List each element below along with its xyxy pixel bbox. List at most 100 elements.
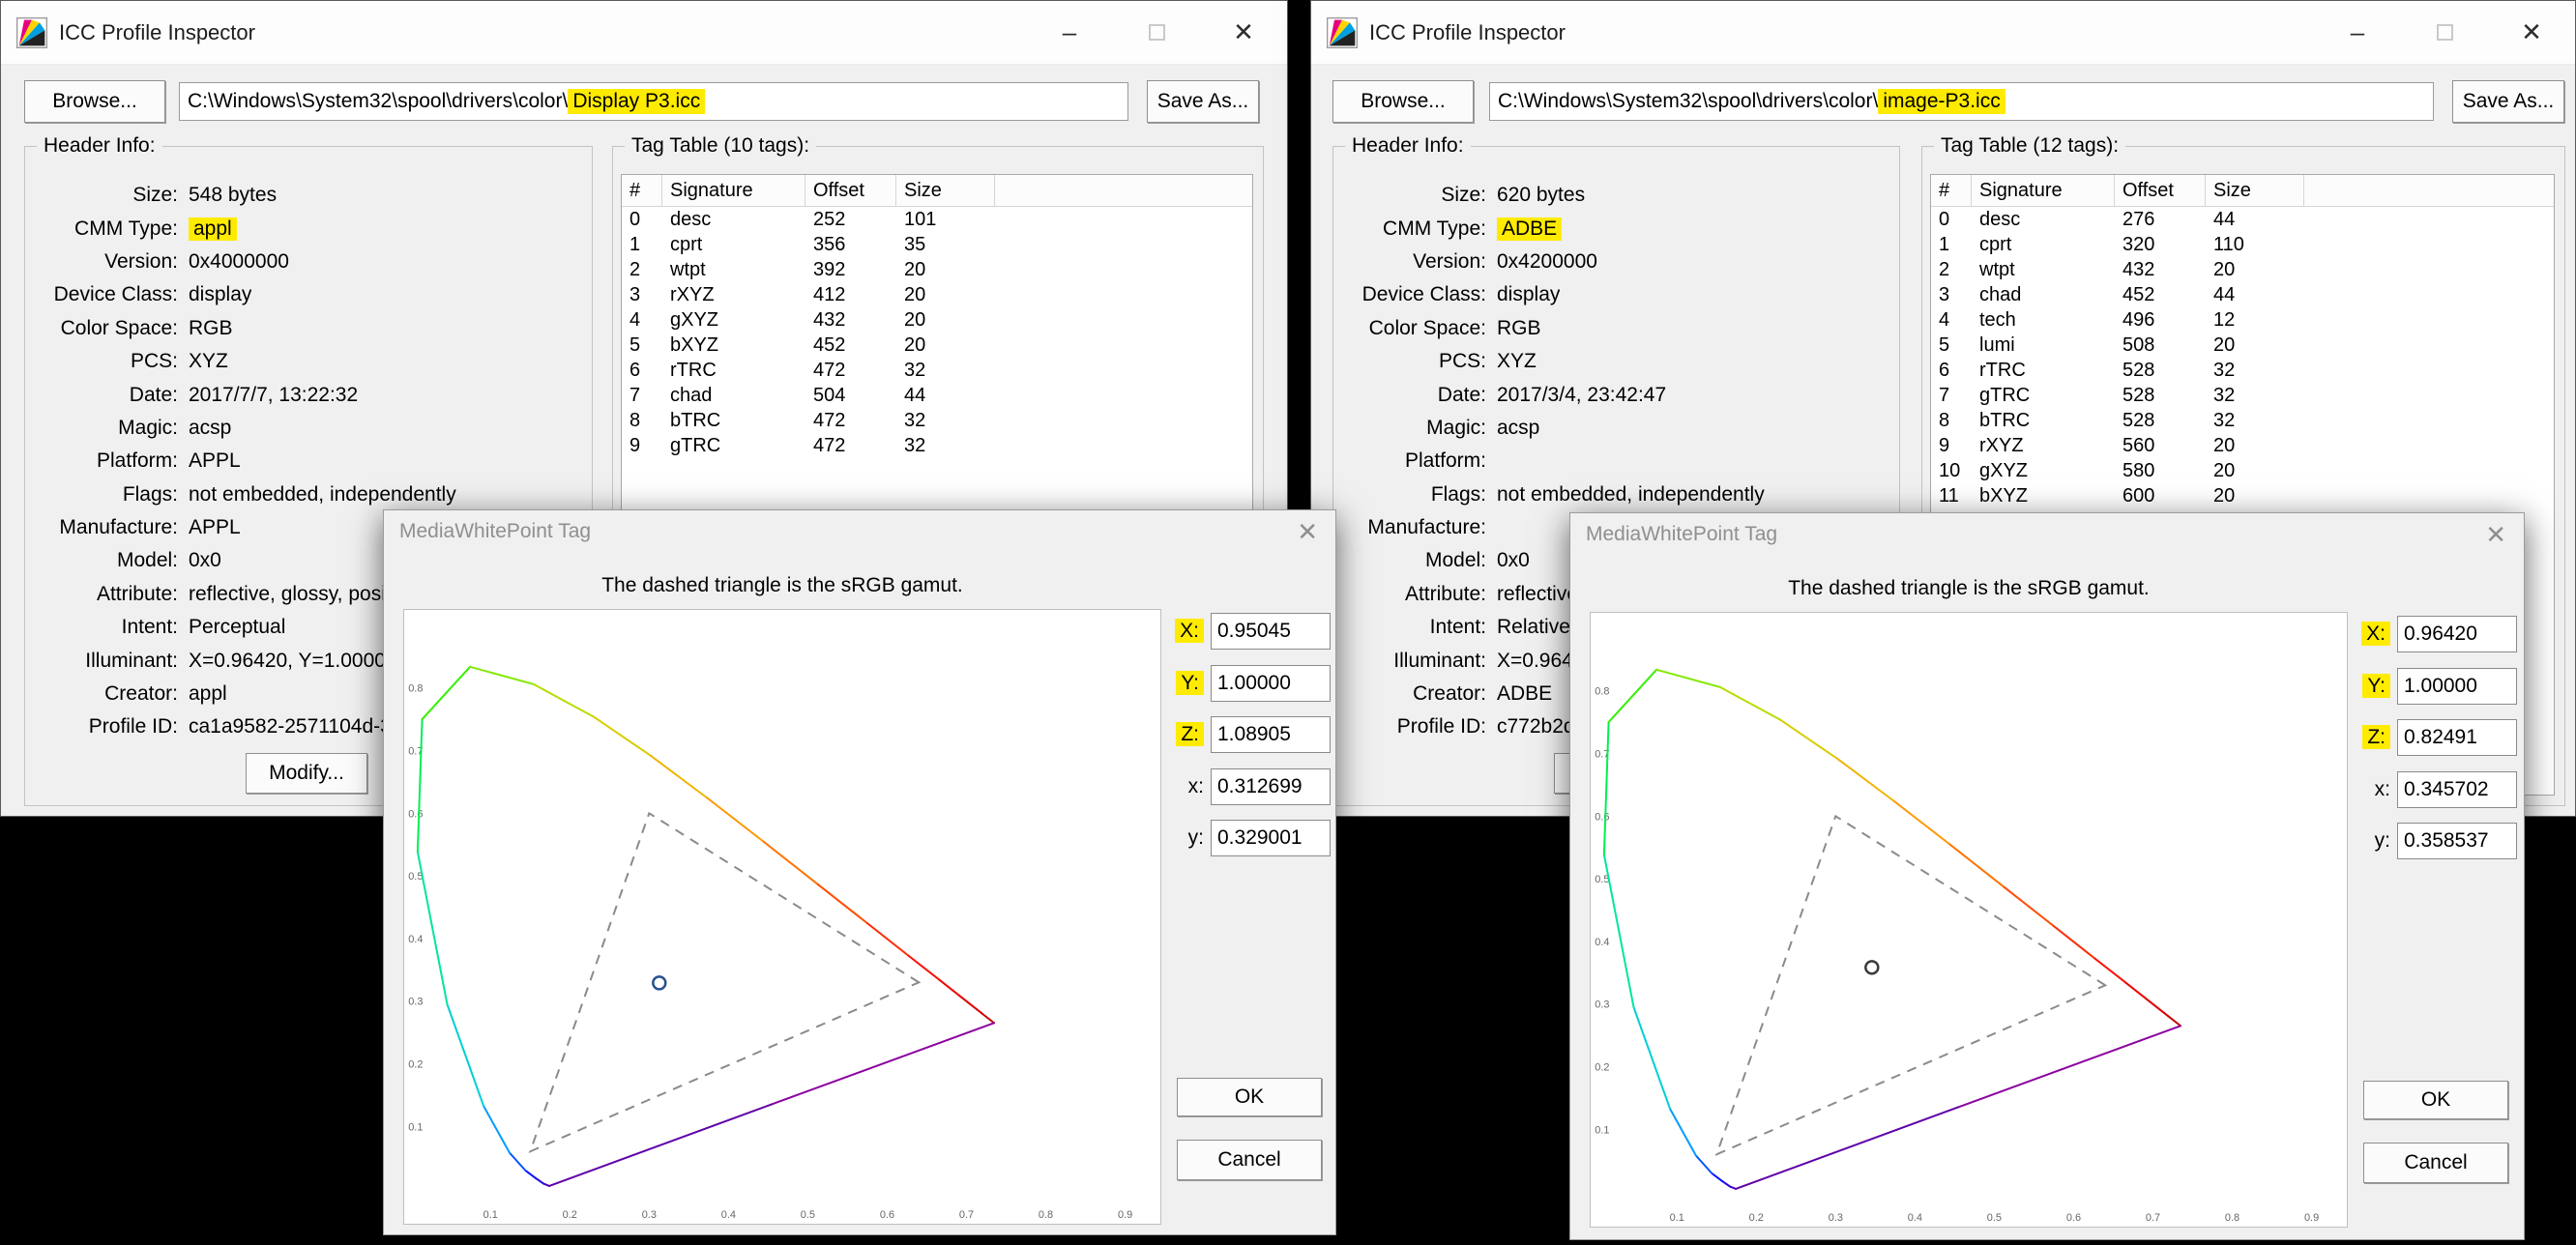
svg-text:0.6: 0.6 [880,1209,894,1221]
header-row: Color Space: RGB [33,312,586,345]
column-header-index[interactable]: # [622,175,662,206]
table-row[interactable]: 3 chad 452 44 [1931,282,2554,307]
dialog-titlebar[interactable]: MediaWhitePoint Tag ✕ [384,510,1335,553]
header-row-value: reflective, glossy, positiv [189,583,406,606]
minimize-button[interactable]: – [1026,1,1113,64]
svg-text:0.8: 0.8 [1039,1209,1053,1221]
header-row: Flags: not embedded, independently [33,478,586,511]
titlebar[interactable]: ICC Profile Inspector – ✕ [1311,1,2575,65]
table-row[interactable]: 10 gXYZ 580 20 [1931,458,2554,483]
svg-text:0.6: 0.6 [1595,811,1609,823]
table-row[interactable]: 8 bTRC 472 32 [622,408,1252,433]
table-row[interactable]: 4 gXYZ 432 20 [622,307,1252,333]
header-row: Device Class: display [1341,278,1893,311]
profile-path-field[interactable]: C:\Windows\System32\spool\drivers\color\… [179,82,1128,121]
header-row-label: Flags: [1341,483,1486,507]
svg-text:0.2: 0.2 [1595,1062,1609,1074]
white-point-fields: X: 0.96420 Y: 1.00000 Z: 0.82491 x: 0.34… [2356,615,2520,874]
header-row-label: Platform: [1341,449,1486,473]
table-row[interactable]: 11 bXYZ 600 20 [1931,483,2554,508]
svg-text:0.4: 0.4 [1595,937,1609,948]
close-icon[interactable]: ✕ [1297,517,1318,547]
maximize-button[interactable] [1113,1,1200,64]
browse-button[interactable]: Browse... [1332,80,1474,123]
header-info-label: Header Info: [37,134,162,158]
table-row[interactable]: 8 bTRC 528 32 [1931,408,2554,433]
header-row-value: 0x4000000 [189,250,289,274]
minimize-button[interactable]: – [2314,1,2401,64]
column-header-offset[interactable]: Offset [805,175,896,206]
modify-button[interactable]: Modify... [246,753,367,794]
ok-button[interactable]: OK [2363,1081,2508,1119]
table-row[interactable]: 4 tech 496 12 [1931,307,2554,333]
close-button[interactable]: ✕ [1200,1,1287,64]
field-value-box[interactable]: 0.82491 [2397,719,2517,756]
svg-text:0.2: 0.2 [1749,1212,1764,1224]
field-value-box[interactable]: 1.08905 [1211,716,1331,753]
table-row[interactable]: 9 gTRC 472 32 [622,433,1252,458]
tag-table-label: Tag Table (12 tags): [1934,134,2125,158]
white-point-field-row: x: 0.312699 [1169,767,1333,806]
table-row[interactable]: 6 rTRC 472 32 [622,358,1252,383]
ok-button[interactable]: OK [1177,1078,1322,1116]
column-header-signature[interactable]: Signature [1972,175,2115,206]
column-header-size[interactable]: Size [896,175,995,206]
field-value-box[interactable]: 0.358537 [2397,823,2517,859]
table-row[interactable]: 0 desc 276 44 [1931,207,2554,232]
window-title: ICC Profile Inspector [59,20,255,45]
table-row[interactable]: 3 rXYZ 412 20 [622,282,1252,307]
field-label: Z: [2356,726,2390,749]
table-row[interactable]: 1 cprt 320 110 [1931,232,2554,257]
table-row[interactable]: 2 wtpt 392 20 [622,257,1252,282]
maximize-button[interactable] [2401,1,2488,64]
header-row-label: CMM Type: [1341,217,1486,241]
header-row: Version: 0x4200000 [1341,246,1893,278]
table-row[interactable]: 5 bXYZ 452 20 [622,333,1252,358]
window-title: ICC Profile Inspector [1369,20,1566,45]
save-as-button[interactable]: Save As... [1147,80,1259,123]
field-value-box[interactable]: 0.329001 [1211,820,1331,856]
svg-text:0.1: 0.1 [1670,1212,1684,1224]
field-label: X: [1169,620,1204,643]
field-value-box[interactable]: 0.95045 [1211,613,1331,650]
field-value-box[interactable]: 0.312699 [1211,768,1331,805]
table-row[interactable]: 1 cprt 356 35 [622,232,1252,257]
profile-path-field[interactable]: C:\Windows\System32\spool\drivers\color\… [1489,82,2434,121]
white-point-field-row: Z: 1.08905 [1169,715,1333,754]
field-value-box[interactable]: 1.00000 [1211,665,1331,702]
media-white-point-dialog-left: MediaWhitePoint Tag ✕ The dashed triangl… [383,509,1336,1235]
cancel-button[interactable]: Cancel [1177,1140,1322,1180]
table-row[interactable]: 9 rXYZ 560 20 [1931,433,2554,458]
svg-text:0.8: 0.8 [2225,1212,2239,1224]
table-row[interactable]: 7 gTRC 528 32 [1931,383,2554,408]
header-row-value: Perceptual [189,616,285,639]
table-row[interactable]: 5 lumi 508 20 [1931,333,2554,358]
svg-text:0.9: 0.9 [2304,1212,2319,1224]
field-value-box[interactable]: 1.00000 [2397,668,2517,705]
save-as-button[interactable]: Save As... [2452,80,2564,123]
titlebar[interactable]: ICC Profile Inspector – ✕ [1,1,1287,65]
field-value-box[interactable]: 0.96420 [2397,616,2517,652]
header-row-label: Profile ID: [33,715,178,738]
table-row[interactable]: 2 wtpt 432 20 [1931,257,2554,282]
column-header-signature[interactable]: Signature [662,175,805,206]
svg-text:0.9: 0.9 [1118,1209,1132,1221]
table-row[interactable]: 7 chad 504 44 [622,383,1252,408]
cancel-button[interactable]: Cancel [2363,1143,2508,1183]
close-icon[interactable]: ✕ [2485,520,2506,550]
browse-button[interactable]: Browse... [24,80,165,123]
table-row[interactable]: 0 desc 252 101 [622,207,1252,232]
svg-text:0.2: 0.2 [408,1059,423,1071]
svg-text:0.3: 0.3 [408,997,423,1008]
table-row[interactable]: 6 rTRC 528 32 [1931,358,2554,383]
svg-text:0.1: 0.1 [1595,1124,1609,1136]
column-header-offset[interactable]: Offset [2115,175,2206,206]
column-header-size[interactable]: Size [2206,175,2304,206]
dialog-titlebar[interactable]: MediaWhitePoint Tag ✕ [1570,513,2524,556]
column-header-index[interactable]: # [1931,175,1972,206]
white-point-field-row: Y: 1.00000 [1169,664,1333,703]
white-point-field-row: X: 0.95045 [1169,612,1333,651]
field-value-box[interactable]: 0.345702 [2397,771,2517,808]
close-button[interactable]: ✕ [2488,1,2575,64]
header-row-label: Magic: [1341,417,1486,440]
